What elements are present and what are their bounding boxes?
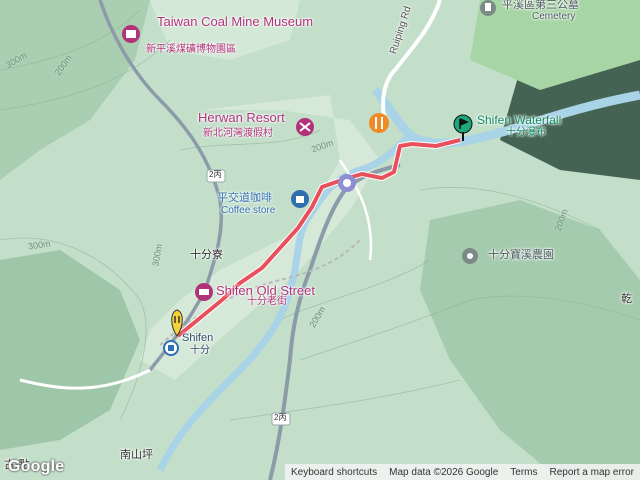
farm-icon[interactable]	[462, 248, 478, 264]
cemetery-icon[interactable]	[480, 0, 496, 16]
report-error-link[interactable]: Report a map error	[550, 467, 634, 478]
terms-link[interactable]: Terms	[510, 467, 537, 478]
coal-museum-label[interactable]: Taiwan Coal Mine Museum	[157, 14, 313, 29]
shifen-station-label[interactable]: Shifen	[182, 332, 213, 344]
map-data-text: Map data ©2026 Google	[389, 466, 499, 478]
shiliao-label: 十分寮	[190, 249, 223, 261]
shifen-waterfall-label-zh: 十分瀑布	[506, 127, 546, 138]
google-logo: Google	[8, 458, 65, 475]
cemetery-label[interactable]: 平溪區第三公墓	[502, 0, 579, 11]
map-canvas[interactable]	[0, 0, 640, 480]
coal-museum-label-zh: 新平溪煤礦博物園區	[146, 44, 236, 55]
train-station-icon[interactable]	[163, 340, 179, 356]
shifen-waterfall-label[interactable]: Shifen Waterfall	[477, 113, 561, 127]
attribution-bar: Keyboard shortcuts Map data ©2026 Google…	[284, 464, 640, 480]
attraction-icon[interactable]	[338, 174, 356, 192]
museum-icon[interactable]	[122, 25, 140, 43]
route-2bing-label: 2丙	[209, 170, 222, 179]
old-street-icon[interactable]	[195, 283, 213, 301]
coffee-label-en: Coffee store	[221, 205, 276, 216]
restaurant-icon[interactable]	[369, 113, 389, 133]
keyboard-shortcuts-link[interactable]: Keyboard shortcuts	[291, 467, 377, 478]
shopping-icon[interactable]	[291, 190, 309, 208]
herwan-label-zh: 新北河灣渡假村	[203, 128, 273, 139]
shifen-station-label-zh: 十分	[190, 345, 210, 356]
cemetery-label-en: Cemetery	[532, 11, 576, 22]
resort-icon[interactable]	[296, 118, 314, 136]
herwan-label[interactable]: Herwan Resort	[198, 110, 285, 125]
coffee-label[interactable]: 平交道咖啡	[217, 192, 272, 204]
edge-place-label: 乾	[621, 293, 632, 305]
route-2bing-label: 2丙	[274, 413, 287, 422]
farm-label[interactable]: 十分寶溪農園	[488, 249, 554, 261]
nanshanping-label: 南山坪	[120, 449, 153, 461]
old-street-label-zh: 十分老街	[247, 296, 287, 307]
